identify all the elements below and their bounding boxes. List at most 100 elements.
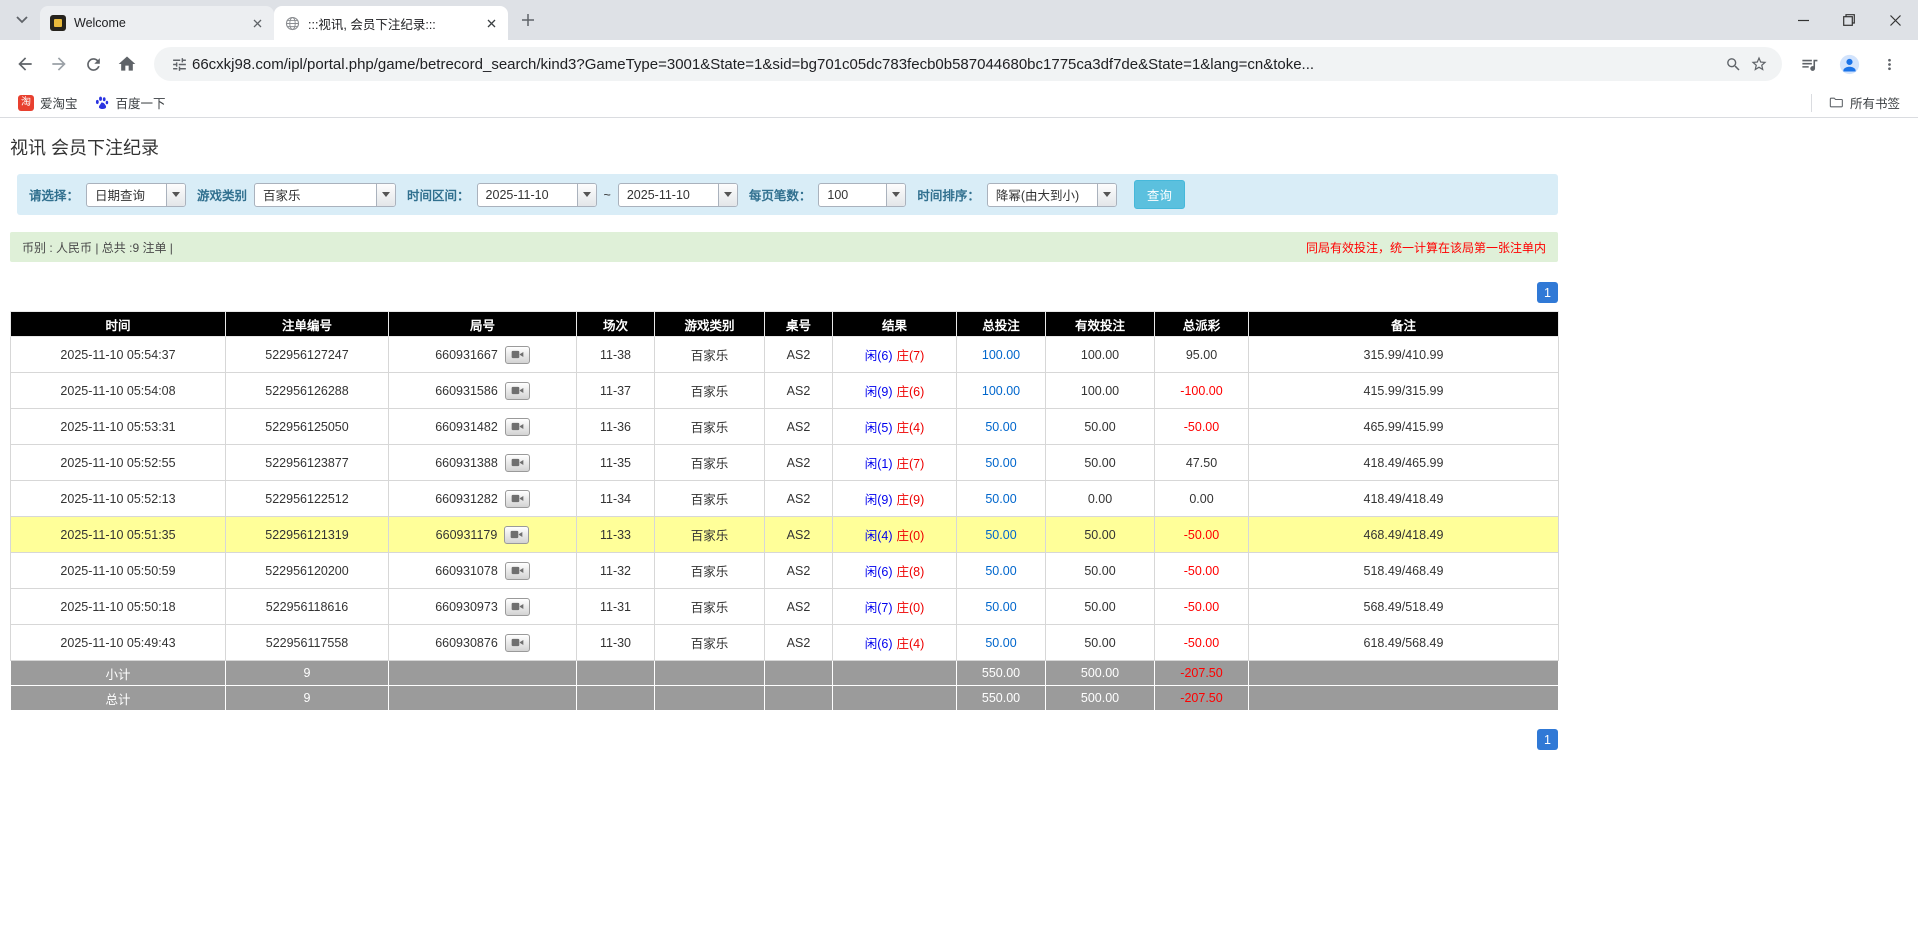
globe-favicon-icon (284, 15, 300, 31)
cell-bet-id: 522956117558 (226, 625, 389, 661)
video-replay-button[interactable] (505, 490, 530, 508)
header-round: 局号 (389, 312, 577, 337)
cell-total-bet[interactable]: 50.00 (957, 445, 1046, 481)
all-bookmarks-button[interactable]: 所有书签 (1820, 90, 1908, 115)
forward-arrow-icon (49, 54, 69, 74)
summary-currency-count: 币别 : 人民币 | 总共 :9 注单 | (22, 239, 173, 256)
cell-total-bet[interactable]: 50.00 (957, 553, 1046, 589)
tab-close-icon[interactable] (248, 14, 266, 32)
url-bar[interactable]: 66cxkj98.com/ipl/portal.php/game/betreco… (154, 47, 1782, 81)
cell-valid-bet: 50.00 (1046, 517, 1155, 553)
table-row: 2025-11-10 05:49:43 522956117558 6609308… (11, 625, 1559, 661)
video-camera-icon (511, 566, 524, 575)
page-title: 视讯 会员下注纪录 (10, 118, 1558, 174)
cell-payout: -100.00 (1155, 373, 1249, 409)
video-replay-button[interactable] (505, 418, 530, 436)
close-button[interactable] (1872, 0, 1918, 40)
tab-search-button[interactable] (8, 6, 36, 34)
sort-label: 时间排序： (917, 185, 980, 204)
cell-total-bet[interactable]: 100.00 (957, 373, 1046, 409)
video-replay-button[interactable] (505, 562, 530, 580)
cell-bet-id: 522956126288 (226, 373, 389, 409)
cell-note: 618.49/568.49 (1249, 625, 1559, 661)
cell-valid-bet: 50.00 (1046, 445, 1155, 481)
cell-table-no: AS2 (765, 409, 833, 445)
cell-time: 2025-11-10 05:53:31 (11, 409, 226, 445)
site-info-icon[interactable] (166, 51, 192, 77)
cell-payout: -50.00 (1155, 553, 1249, 589)
bookmark-label: 百度一下 (116, 93, 166, 112)
bookmark-aitaobao[interactable]: 淘 爱淘宝 (10, 90, 86, 115)
cell-round: 660930973 (389, 589, 577, 625)
date-to-select[interactable]: 2025-11-10 (618, 183, 738, 207)
video-replay-button[interactable] (504, 526, 529, 544)
video-replay-button[interactable] (505, 382, 530, 400)
cell-valid-bet: 50.00 (1046, 589, 1155, 625)
table-row: 2025-11-10 05:52:55 522956123877 6609313… (11, 445, 1559, 481)
cell-total-bet[interactable]: 50.00 (957, 625, 1046, 661)
video-camera-icon (511, 386, 524, 395)
result-banker: 庄(0) (897, 601, 925, 615)
reload-button[interactable] (76, 47, 110, 81)
cell-total-bet[interactable]: 50.00 (957, 409, 1046, 445)
total-row: 总计 9 550.00 500.00 -207.50 (11, 686, 1559, 711)
search-button[interactable]: 查询 (1134, 180, 1185, 209)
result-banker: 庄(4) (897, 421, 925, 435)
minimize-button[interactable] (1780, 0, 1826, 40)
tab-welcome[interactable]: Welcome (40, 6, 274, 40)
cell-note: 568.49/518.49 (1249, 589, 1559, 625)
video-replay-button[interactable] (505, 346, 530, 364)
profile-avatar[interactable] (1832, 47, 1866, 81)
table-row: 2025-11-10 05:52:13 522956122512 6609312… (11, 481, 1559, 517)
date-from-select[interactable]: 2025-11-10 (477, 183, 597, 207)
header-payout: 总派彩 (1155, 312, 1249, 337)
cell-result: 闲(9)庄(6) (833, 373, 957, 409)
url-text[interactable]: 66cxkj98.com/ipl/portal.php/game/betreco… (192, 56, 1720, 73)
round-number: 660931482 (435, 420, 498, 434)
cell-total-bet[interactable]: 50.00 (957, 589, 1046, 625)
table-row: 2025-11-10 05:50:18 522956118616 6609309… (11, 589, 1559, 625)
game-type-select[interactable]: 百家乐 (254, 183, 396, 207)
media-controls-icon[interactable] (1792, 47, 1826, 81)
cell-result: 闲(5)庄(4) (833, 409, 957, 445)
video-camera-icon (510, 530, 523, 539)
cell-note: 465.99/415.99 (1249, 409, 1559, 445)
cell-table-no: AS2 (765, 589, 833, 625)
cell-time: 2025-11-10 05:50:18 (11, 589, 226, 625)
query-type-select[interactable]: 日期查询 (86, 183, 186, 207)
cell-payout: -50.00 (1155, 517, 1249, 553)
video-replay-button[interactable] (505, 634, 530, 652)
cell-total-bet[interactable]: 100.00 (957, 337, 1046, 373)
maximize-button[interactable] (1826, 0, 1872, 40)
menu-icon[interactable] (1872, 47, 1906, 81)
table-row: 2025-11-10 05:53:31 522956125050 6609314… (11, 409, 1559, 445)
zoom-icon[interactable] (1720, 51, 1746, 77)
back-button[interactable] (8, 47, 42, 81)
reload-icon (84, 55, 103, 74)
tab-close-icon[interactable] (482, 14, 500, 32)
cell-total-bet[interactable]: 50.00 (957, 517, 1046, 553)
cell-round: 660931078 (389, 553, 577, 589)
cell-result: 闲(6)庄(7) (833, 337, 957, 373)
cell-table-no: AS2 (765, 373, 833, 409)
video-replay-button[interactable] (505, 598, 530, 616)
round-number: 660931282 (435, 492, 498, 506)
bookmark-star-icon[interactable] (1746, 51, 1772, 77)
bookmark-baidu[interactable]: 百度一下 (86, 90, 174, 115)
forward-button[interactable] (42, 47, 76, 81)
cell-valid-bet: 50.00 (1046, 625, 1155, 661)
tab-betrecord[interactable]: :::视讯, 会员下注纪录::: (274, 6, 508, 40)
sort-select[interactable]: 降幂(由大到小) (987, 183, 1117, 207)
pagination-page-1-button[interactable]: 1 (1537, 729, 1558, 750)
video-replay-button[interactable] (505, 454, 530, 472)
new-tab-button[interactable] (514, 6, 542, 34)
home-button[interactable] (110, 47, 144, 81)
filter-bar: 请选择： 日期查询 游戏类别 百家乐 时间区间： 2025-11-10 ~ 20… (17, 174, 1558, 215)
cell-round: 660931388 (389, 445, 577, 481)
game-type-label: 游戏类别 (197, 185, 247, 204)
page-size-select[interactable]: 100 (818, 183, 906, 207)
cell-total-bet[interactable]: 50.00 (957, 481, 1046, 517)
total-count: 9 (226, 686, 389, 711)
pagination-page-1-button[interactable]: 1 (1537, 282, 1558, 303)
cell-table-no: AS2 (765, 481, 833, 517)
